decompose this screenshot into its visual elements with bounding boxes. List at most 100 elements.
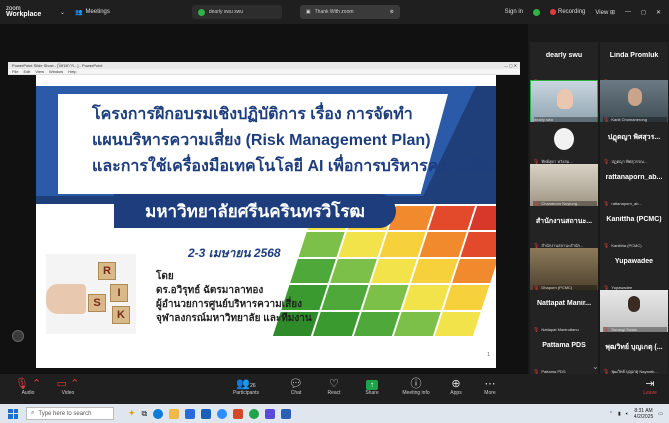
slide-title-line-1: โครงการฝึกอบรมเชิงปฏิบัติการ เรื่อง การจ… (92, 106, 413, 123)
participants-button[interactable]: 👥26 Participants (226, 378, 266, 396)
participant-tile-15[interactable]: Pattama PDS 🎙 Pattama PDS (530, 332, 598, 377)
view-button[interactable]: View ⊞ (595, 9, 615, 16)
volume-icon[interactable]: 🔈︎ (626, 411, 629, 417)
dice-k: K (112, 306, 130, 324)
dice-i: I (110, 284, 128, 302)
speaker-org: จุฬาลงกรณ์มหาวิทยาลัย และทีมงาน (156, 313, 312, 324)
chat-button[interactable]: 💬︎ Chat (276, 378, 316, 396)
close-icon[interactable]: ✕ (656, 9, 661, 16)
recording-label: Recording (558, 9, 586, 15)
maximize-icon[interactable]: ◻ (641, 9, 646, 16)
logo-product: Workplace (6, 11, 42, 18)
meeting-controls-bar: 🎙︎ ⌃ Audio ▭ ⌃ Video 👥26 Participants 💬︎… (0, 374, 669, 404)
store-icon[interactable] (185, 408, 196, 419)
speaker-block: โดย ดร.อวิรุทธ์ ฉัตรมาลาทอง ผู้อำนวยการศ… (156, 270, 312, 326)
shared-powerpoint-window: PowerPoint Slide Show - [โครงการ...] - P… (8, 62, 520, 368)
share-label: Share (365, 390, 379, 396)
audio-label: Audio (21, 390, 35, 396)
word-icon[interactable] (281, 408, 292, 419)
dice-s: S (88, 294, 106, 312)
participant-tile-12[interactable]: Yupawadee 🎙 Yupawadee (600, 248, 668, 293)
tab-meeting-1[interactable]: dearly swu swu (191, 5, 282, 19)
meetings-menu[interactable]: 👥 Meetings (75, 9, 110, 16)
tray-chevron-icon[interactable]: ⌃ (609, 411, 613, 417)
minimize-icon[interactable]: — (625, 9, 631, 15)
edge-icon[interactable] (153, 408, 164, 419)
menu-edit[interactable]: Edit (23, 69, 30, 74)
clock-time: 8:31 AM (634, 407, 653, 414)
participant-avatar (554, 128, 574, 150)
menu-help[interactable]: Help (68, 69, 76, 74)
close-tab-icon[interactable]: ⊗ (390, 9, 394, 15)
more-label: More (484, 390, 496, 396)
slide-letterbox-right (496, 75, 520, 368)
shield-icon[interactable] (533, 8, 541, 16)
participant-tile-5[interactable]: 🎙 ทิพย์สุดา หวังสม... (530, 122, 598, 167)
mail-icon[interactable] (201, 408, 212, 419)
participant-tile-4[interactable]: 🎙 Kanit Chomanerong (600, 80, 668, 125)
powerpoint-icon[interactable] (233, 408, 244, 419)
notifications-icon[interactable]: ▭ (658, 411, 663, 417)
participant-tile-3[interactable]: dearly swu (530, 80, 598, 125)
chevron-down-icon[interactable]: ⌄ (60, 9, 65, 16)
menu-view[interactable]: View (35, 69, 44, 74)
zoom-icon[interactable] (217, 408, 228, 419)
participant-name: พุฒวิทย์ บุญเกตุ (... (605, 344, 663, 351)
participant-name: Kanittha (PCMC) (606, 216, 662, 223)
more-button[interactable]: ⋯ More (470, 378, 510, 396)
menu-file[interactable]: File (12, 69, 18, 74)
teams-icon[interactable] (265, 408, 276, 419)
participant-tile-9[interactable]: สำนักงานสถานะ... 🎙 สำนักงานสถานะสำนัก... (530, 206, 598, 251)
menu-window[interactable]: Window (49, 69, 63, 74)
participant-tile-10[interactable]: Kanittha (PCMC) 🎙 Kanittha (PCMC) (600, 206, 668, 251)
chrome-icon[interactable] (249, 408, 260, 419)
search-icon: ⌕ (31, 410, 35, 416)
record-icon (550, 9, 557, 15)
video-label: Video (61, 390, 75, 396)
participant-tile-14[interactable]: 🎙 Surangi Swain (600, 290, 668, 335)
participant-tile-13[interactable]: Nattapat Manir... 🎙 Nattapat Maniruttanu (530, 290, 598, 335)
view-label: View (595, 9, 609, 16)
university-banner: มหาวิทยาลัยศรีนครินทรวิโรฒ (114, 194, 396, 228)
task-view-icon[interactable]: ⧉ (142, 409, 148, 419)
tab-meeting-2[interactable]: ▣ Thank With zoom ⊗ (299, 5, 400, 19)
slideshow-control-icon[interactable] (12, 330, 24, 342)
window-menu-bar: File Edit View Window Help (8, 69, 520, 75)
participant-name: dearly swu (545, 52, 583, 59)
windows-start-icon[interactable] (8, 408, 18, 419)
dice-r: R (98, 262, 116, 280)
participant-tile-7[interactable]: 🎙 Chananorn Nuylung... (530, 164, 598, 209)
sign-in-link[interactable]: Sign in (505, 9, 523, 15)
slide-letterbox-left (8, 75, 36, 368)
chevron-down-icon[interactable]: ⌄ (592, 362, 599, 371)
zoom-title-bar: zoom Workplace ⌄ 👥 Meetings dearly swu s… (0, 0, 669, 24)
meeting-info-button[interactable]: ⓘ Meeting info (396, 378, 436, 396)
participant-tile-11[interactable]: 🎙 Dhaporn (PCMC) (530, 248, 598, 293)
participant-tile-8[interactable]: rattanaporn_ab... 🎙 rattanaporn_ab... (600, 164, 668, 209)
participant-tile-6[interactable]: ปฏุตญา พิศสุวร... 🎙 ปฏุตญา พิศสุวรรณ... (600, 122, 668, 167)
participant-name: สำนักงานสถานะ... (535, 218, 593, 225)
meeting-info-label: Meeting info (402, 390, 430, 396)
slide-title-line-3: และการใช้เครื่องมือเทคโนโลยี AI เพื่อการ… (92, 158, 496, 175)
participant-name: rattanaporn_ab... (605, 174, 663, 181)
more-icon: ⋯ (484, 378, 496, 390)
participant-tile-16[interactable]: พุฒวิทย์ บุญเกตุ (... 🎙 พุฒวิทย์ บุญเกตุ … (600, 332, 668, 377)
title-bar-right: Sign in Recording View ⊞ — ◻ ✕ (505, 0, 661, 24)
share-button[interactable]: ↑ Share (352, 378, 392, 396)
video-button[interactable]: ▭ ⌃ Video (48, 378, 88, 396)
network-icon[interactable]: ▮ (618, 411, 621, 417)
taskbar-clock[interactable]: 8:31 AM 4/2/2025 (634, 408, 653, 420)
share-screen-icon: ↑ (366, 380, 378, 390)
hand-graphic (46, 284, 86, 314)
file-explorer-icon[interactable] (169, 408, 180, 419)
weather-icon[interactable]: ✦ (128, 408, 136, 419)
heart-icon: ♡ (329, 378, 339, 390)
face-graphic (557, 89, 573, 109)
audio-button[interactable]: 🎙︎ ⌃ Audio (8, 378, 48, 396)
leave-button[interactable]: ⇥ Leave (636, 378, 664, 396)
recording-indicator[interactable]: Recording (550, 9, 585, 15)
taskbar-search-input[interactable]: ⌕ Type here to search (26, 407, 114, 420)
face-graphic (628, 88, 642, 106)
slide-title-line-2: แผนบริหารความเสี่ยง (Risk Management Pla… (92, 132, 431, 149)
react-button[interactable]: ♡ React (314, 378, 354, 396)
